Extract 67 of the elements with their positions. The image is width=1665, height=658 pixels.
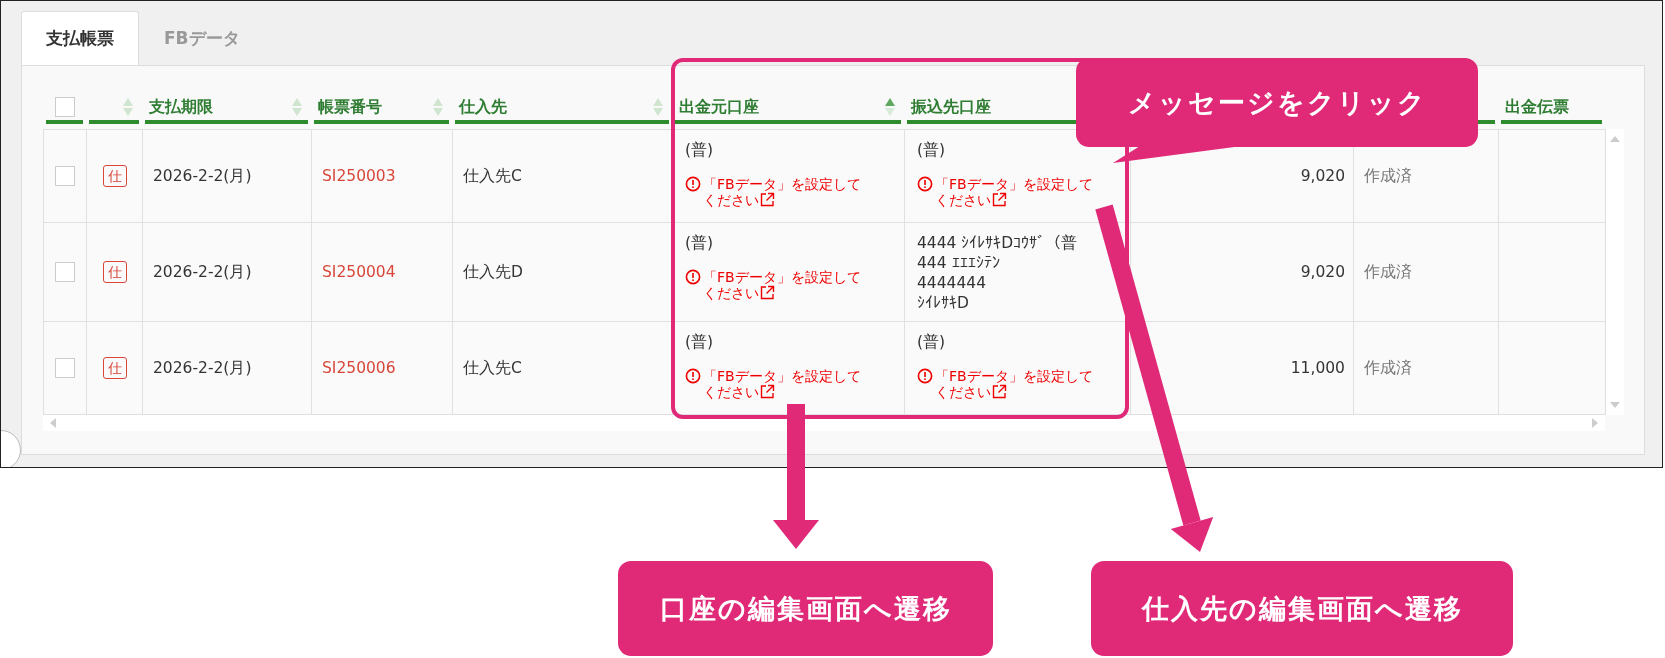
tab[interactable]: FBデータ xyxy=(139,11,265,65)
column-header: 振込先口座 xyxy=(911,96,991,118)
table-cell: 2026-2-2(月) xyxy=(153,261,252,283)
table-cell: 2026-2-2(月) xyxy=(153,165,252,187)
checkbox[interactable] xyxy=(55,358,75,378)
table-cell: 作成済 xyxy=(1364,357,1412,379)
column-header: 出金元口座 xyxy=(679,96,759,118)
sort-icon[interactable] xyxy=(123,97,133,117)
scroll-down-icon[interactable] xyxy=(1610,401,1620,409)
warning-icon xyxy=(685,368,701,384)
external-link-icon xyxy=(992,192,1007,207)
account-text: 4444444 xyxy=(917,273,987,293)
sort-icon[interactable] xyxy=(433,97,443,117)
type-badge: 仕 xyxy=(102,357,127,379)
scroll-left-icon[interactable] xyxy=(49,418,57,428)
checkbox[interactable] xyxy=(55,262,75,282)
account-text: (普) xyxy=(685,233,714,253)
account-text: 444 ｴｴｴｼﾃﾝ xyxy=(917,253,1000,273)
table-cell: 9,020 xyxy=(1300,263,1345,281)
invoice-link[interactable]: SI250004 xyxy=(322,263,396,281)
horizontal-scrollbar[interactable] xyxy=(43,415,1605,431)
table-cell: 作成済 xyxy=(1364,261,1412,283)
type-badge: 仕 xyxy=(102,261,127,283)
scroll-up-icon[interactable] xyxy=(1610,135,1620,143)
note-box: 口座の編集画面へ遷移 xyxy=(618,561,993,656)
sort-icon[interactable] xyxy=(653,97,663,117)
checkbox[interactable] xyxy=(55,166,75,186)
external-link-icon xyxy=(992,384,1007,399)
account-text: ｼｲﾚｻｷD xyxy=(917,293,969,313)
type-badge: 仕 xyxy=(102,165,127,187)
warning-link[interactable]: 「FBデータ」を設定してください xyxy=(703,176,869,208)
warning-link[interactable]: 「FBデータ」を設定してください xyxy=(935,368,1101,400)
table-cell: 作成済 xyxy=(1364,165,1412,187)
invoice-link[interactable]: SI250006 xyxy=(322,359,396,377)
table-cell: 2026-2-2(月) xyxy=(153,357,252,379)
sort-icon[interactable] xyxy=(292,97,302,117)
column-header: 帳票番号 xyxy=(318,96,382,118)
warning-icon xyxy=(917,368,933,384)
external-link-icon xyxy=(760,384,775,399)
sort-icon[interactable] xyxy=(885,97,895,117)
warning-icon xyxy=(917,176,933,192)
warning-link[interactable]: 「FBデータ」を設定してください xyxy=(703,269,869,301)
checkbox[interactable] xyxy=(54,97,75,117)
warning-link[interactable]: 「FBデータ」を設定してください xyxy=(703,368,869,400)
warning-icon xyxy=(685,269,701,285)
warning-link[interactable]: 「FBデータ」を設定してください xyxy=(935,176,1101,208)
warning-icon xyxy=(685,176,701,192)
table-cell: 仕入先C xyxy=(463,357,522,379)
scroll-right-icon[interactable] xyxy=(1591,418,1599,428)
note-box: 仕入先の編集画面へ遷移 xyxy=(1091,561,1513,656)
account-text: (普) xyxy=(685,332,714,352)
account-text: 4444 ｼｲﾚｻｷDｺｳｻﾞ（普 xyxy=(917,233,1078,253)
column-header: 仕入先 xyxy=(459,96,507,118)
column-header: 出金伝票 xyxy=(1505,96,1569,118)
table-cell: 仕入先D xyxy=(463,261,523,283)
table-cell: 9,020 xyxy=(1300,167,1345,185)
invoice-link[interactable]: SI250003 xyxy=(322,167,396,185)
tab[interactable]: 支払帳票 xyxy=(21,11,139,65)
table-cell: 11,000 xyxy=(1290,359,1345,377)
vertical-scrollbar[interactable] xyxy=(1606,129,1624,415)
account-text: (普) xyxy=(685,140,714,160)
account-text: (普) xyxy=(917,140,946,160)
external-link-icon xyxy=(760,192,775,207)
external-link-icon xyxy=(760,285,775,300)
column-header: 支払期限 xyxy=(149,96,213,118)
table-cell: 仕入先C xyxy=(463,165,522,187)
account-text: (普) xyxy=(917,332,946,352)
